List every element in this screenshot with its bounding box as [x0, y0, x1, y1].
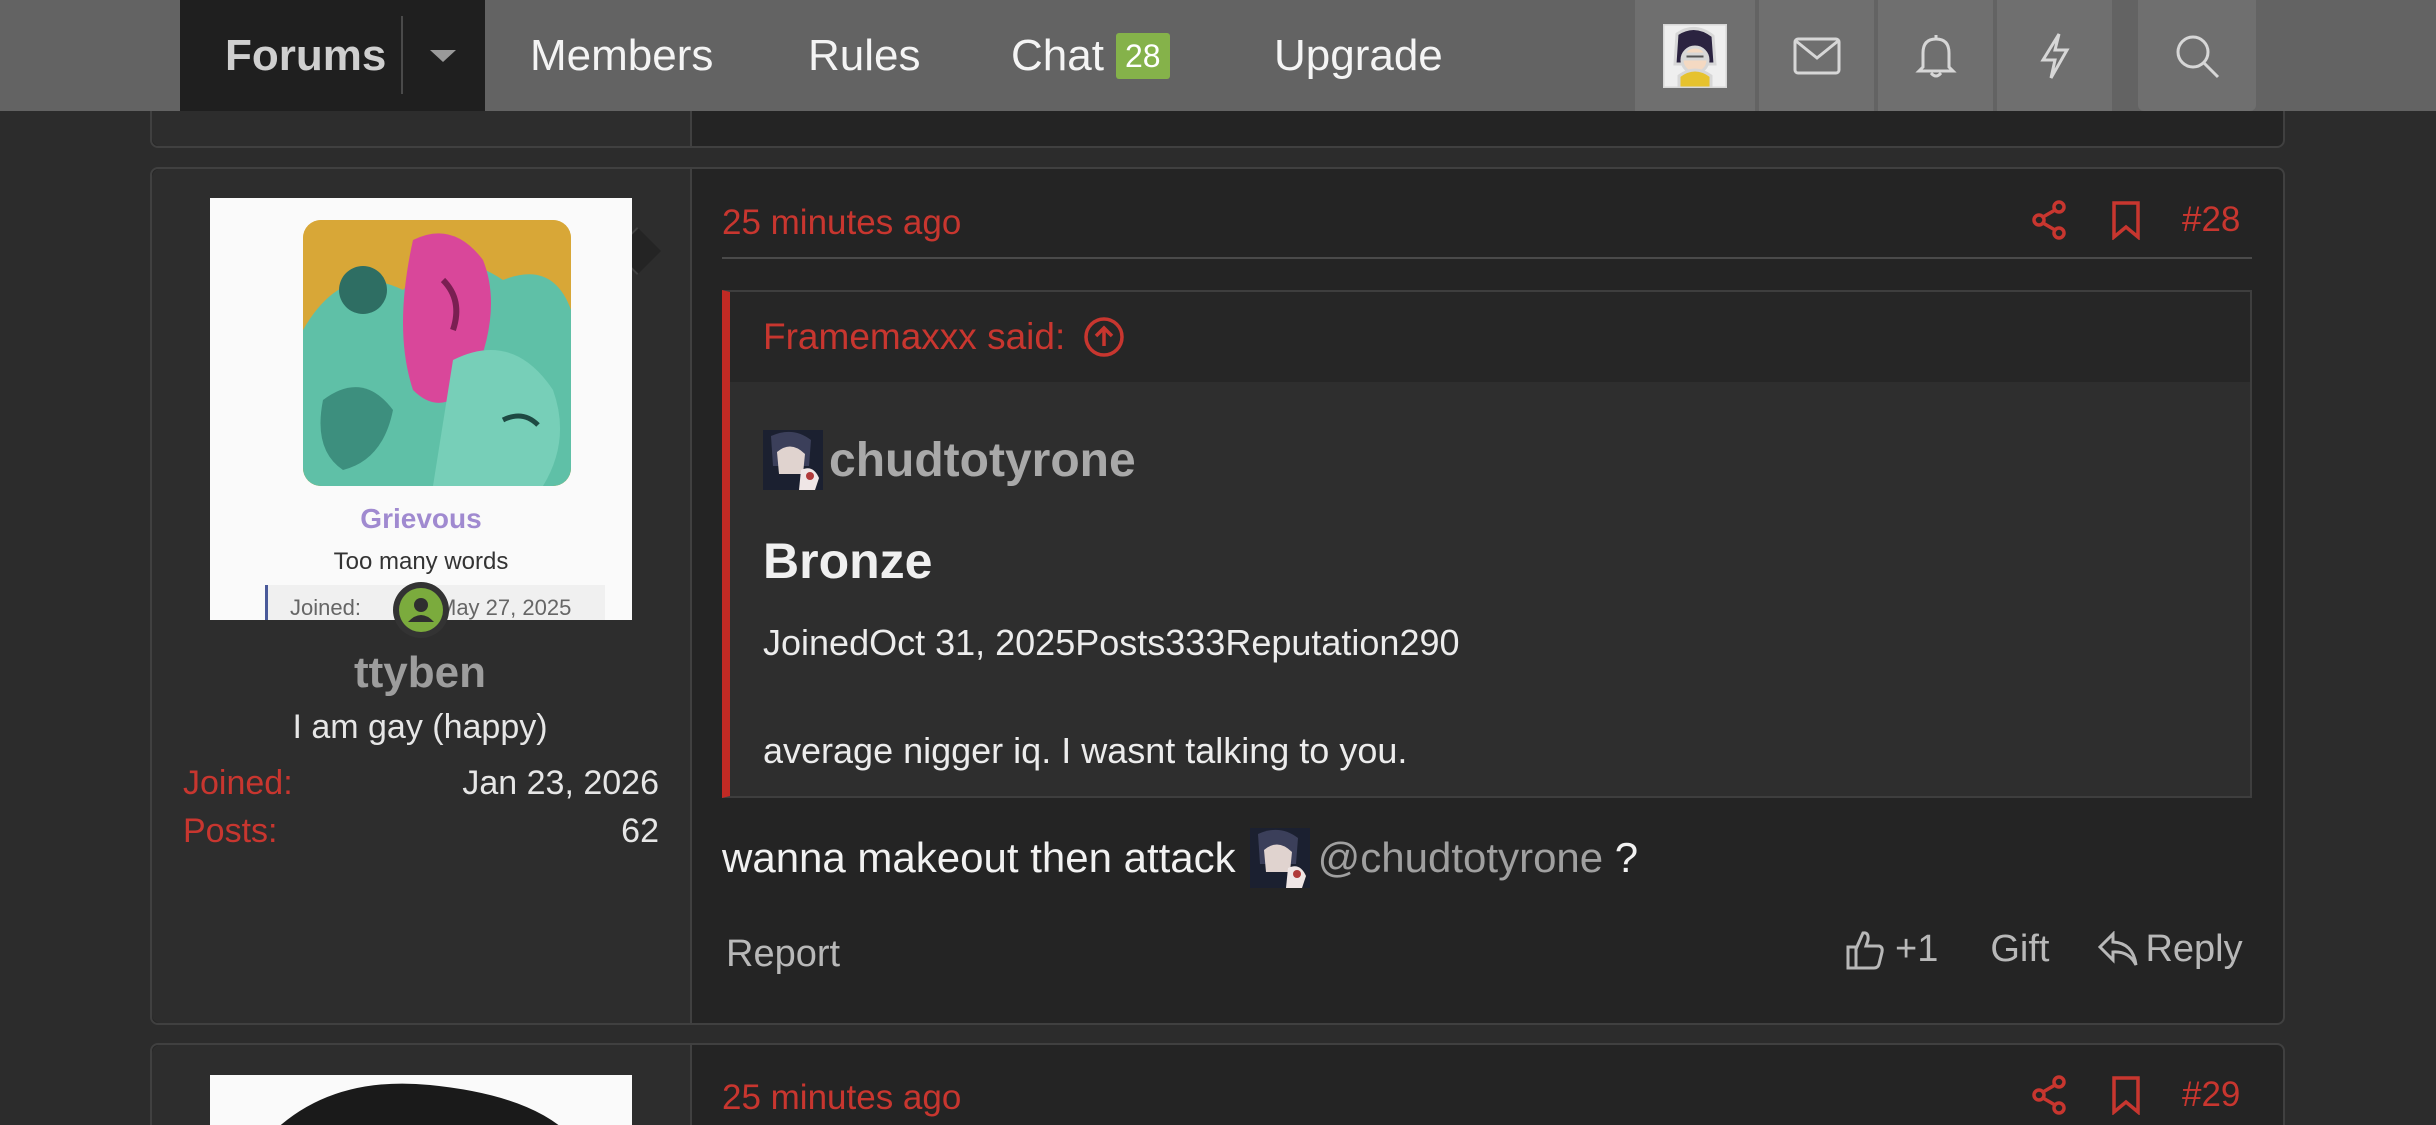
nav-inbox-button[interactable] — [1759, 0, 1874, 111]
quoted-username[interactable]: chudtotyrone — [829, 433, 1136, 488]
bookmark-icon[interactable] — [2110, 200, 2142, 240]
post-footer-actions: +1 Gift Reply — [1845, 928, 2243, 971]
nav-search-button[interactable] — [2138, 0, 2256, 111]
user-posts-value: 62 — [621, 812, 659, 850]
share-icon[interactable] — [2030, 200, 2068, 240]
user-mention-link[interactable]: @chudtotyrone — [1318, 834, 1603, 882]
post-29-number-link[interactable]: #29 — [2182, 1075, 2240, 1115]
mention-avatar — [1249, 828, 1310, 888]
post-29-timestamp[interactable]: 25 minutes ago — [722, 1078, 961, 1118]
avatar-card-username: Grievous — [360, 503, 482, 534]
arrow-up-circle-icon[interactable] — [1083, 316, 1125, 358]
thumbs-up-icon — [1846, 930, 1884, 969]
post-29-avatar[interactable] — [210, 1075, 632, 1125]
user-posts-stat: Posts: 62 — [183, 812, 659, 851]
user-joined-stat: Joined: Jan 23, 2026 — [183, 764, 659, 803]
quote-header[interactable]: Framemaxxx said: — [730, 292, 2250, 382]
quote-block: Framemaxxx said: chudtotyrone Bronze Joi… — [722, 290, 2252, 798]
post-username[interactable]: ttyben — [150, 648, 690, 698]
top-navbar: Forums Members Rules Chat 28 Upgrade — [0, 0, 2436, 111]
avatar-artwork — [303, 220, 571, 486]
post-29-actions-top: #29 — [2030, 1075, 2240, 1115]
reply-label[interactable]: Reply — [2145, 928, 2242, 971]
chevron-down-icon[interactable] — [430, 50, 456, 62]
user-joined-value: Jan 23, 2026 — [462, 764, 659, 802]
nav-members-link[interactable]: Members — [530, 0, 713, 111]
avatar-card-joined-date: May 27, 2025 — [438, 595, 572, 620]
nav-chat-label[interactable]: Chat — [1011, 31, 1104, 81]
post-header-divider — [722, 257, 2252, 259]
reply-button[interactable]: Reply — [2097, 928, 2243, 971]
avatar-card-title: Too many words — [333, 548, 509, 575]
avatar-card-joined-label: Joined: — [290, 595, 361, 620]
like-button[interactable]: +1 — [1845, 928, 1938, 971]
bookmark-icon[interactable] — [2110, 1075, 2142, 1115]
post-message-text: wanna makeout then attack — [722, 834, 1236, 881]
user-joined-label: Joined: — [183, 764, 293, 802]
bell-icon — [1914, 34, 1957, 77]
avatar — [1663, 23, 1727, 88]
quoted-user-stats: JoinedOct 31, 2025Posts333Reputation290 — [763, 622, 1460, 663]
nav-alerts-button[interactable] — [1878, 0, 1993, 111]
quoted-user: chudtotyrone — [763, 430, 1136, 490]
quoted-message: average nigger iq. I wasnt talking to yo… — [763, 730, 1408, 771]
report-button[interactable]: Report — [726, 933, 840, 976]
search-icon — [2176, 35, 2220, 78]
online-status-icon — [393, 582, 449, 638]
gift-button[interactable]: Gift — [1990, 928, 2049, 971]
mail-icon — [1793, 37, 1840, 74]
post-timestamp[interactable]: 25 minutes ago — [722, 203, 961, 243]
nav-account-button[interactable] — [1635, 0, 1755, 111]
chat-count-badge: 28 — [1115, 32, 1170, 79]
post-message: wanna makeout then attack @chudtotyrone … — [722, 828, 1638, 888]
nav-divider — [401, 16, 403, 94]
quoted-user-avatar — [763, 430, 823, 490]
quoted-user-rank: Bronze — [763, 533, 933, 589]
nav-chat-link[interactable]: Chat 28 — [1011, 0, 1170, 111]
post-user-title: I am gay (happy) — [292, 708, 548, 746]
nav-upgrade-link[interactable]: Upgrade — [1274, 0, 1443, 111]
reaction-count[interactable]: +1 — [1895, 928, 1938, 971]
lightning-icon — [2039, 32, 2070, 79]
nav-forums-tab[interactable]: Forums — [180, 0, 485, 111]
post-actions-top: #28 — [2030, 200, 2240, 240]
reply-icon — [2098, 930, 2138, 966]
nav-rules-link[interactable]: Rules — [808, 0, 921, 111]
quote-attribution[interactable]: Framemaxxx said: — [763, 316, 1065, 358]
user-posts-label: Posts: — [183, 812, 278, 850]
share-icon[interactable] — [2030, 1075, 2068, 1115]
nav-whats-new-button[interactable] — [1997, 0, 2112, 111]
post-message-end: ? — [1603, 834, 1639, 881]
post-number-link[interactable]: #28 — [2182, 200, 2240, 240]
user-avatar[interactable]: Grievous Too many words Joined: May 27, … — [210, 198, 632, 620]
nav-forums-label[interactable]: Forums — [225, 31, 386, 81]
